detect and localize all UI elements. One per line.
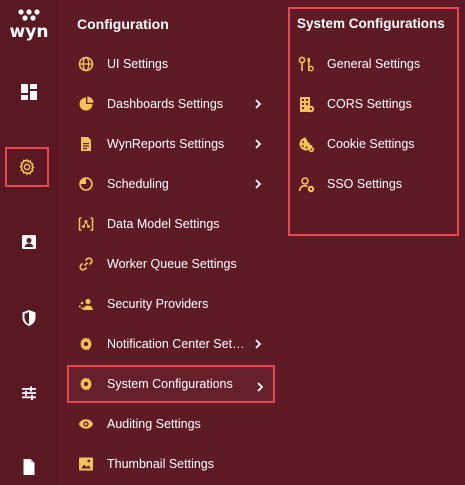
submenu-item-cookie-settings[interactable]: Cookie Settings xyxy=(298,124,458,164)
wyn-logo[interactable]: wyn xyxy=(6,8,52,42)
icon-rail: wyn xyxy=(0,0,58,485)
rail-settings-button[interactable] xyxy=(7,374,51,412)
image-icon xyxy=(78,456,94,472)
menu-item-thumbnail-settings[interactable]: Thumbnail Settings xyxy=(58,444,281,484)
rail-documents-button[interactable] xyxy=(7,448,51,485)
menu-item-scheduling[interactable]: Scheduling xyxy=(58,164,281,204)
clock-icon xyxy=(78,176,94,192)
menu-item-label: WynReports Settings xyxy=(107,137,225,151)
tools-icon xyxy=(298,56,315,73)
rail-configuration-button[interactable] xyxy=(5,147,49,187)
eye-icon xyxy=(78,416,94,432)
pie-chart-icon xyxy=(78,96,94,112)
submenu-item-sso-settings[interactable]: SSO Settings xyxy=(298,164,458,204)
document-icon xyxy=(23,459,35,475)
menu-item-data-model-settings[interactable]: Data Model Settings xyxy=(58,204,281,244)
system-configurations-panel: System Configurations General Settings C… xyxy=(281,0,465,485)
menu-item-auditing-settings[interactable]: Auditing Settings xyxy=(58,404,281,444)
chevron-right-icon xyxy=(255,99,262,109)
menu-item-system-configurations[interactable]: System Configurations xyxy=(67,365,275,403)
menu-item-label: Worker Queue Settings xyxy=(107,257,237,271)
configuration-menu: Configuration UI Settings Dashboards Set… xyxy=(58,0,281,485)
link-icon xyxy=(78,256,94,272)
menu-item-notification-center-settings[interactable]: Notification Center Settings xyxy=(58,324,281,364)
submenu-item-general-settings[interactable]: General Settings xyxy=(298,44,458,84)
menu-item-label: Dashboards Settings xyxy=(107,97,224,111)
submenu-item-label: General Settings xyxy=(327,57,421,71)
menu-item-label: Notification Center Settings xyxy=(107,337,247,351)
submenu-item-label: SSO Settings xyxy=(327,177,403,191)
menu-title: Configuration xyxy=(77,16,169,32)
submenu-title: System Configurations xyxy=(297,16,445,31)
menu-item-label: Auditing Settings xyxy=(107,417,201,431)
user-gear-icon xyxy=(298,176,315,193)
menu-item-label: Thumbnail Settings xyxy=(107,457,215,471)
cookie-icon xyxy=(298,136,315,153)
menu-item-worker-queue-settings[interactable]: Worker Queue Settings xyxy=(58,244,281,284)
users-icon xyxy=(78,296,94,312)
shield-icon xyxy=(22,310,36,326)
dashboard-grid-icon xyxy=(21,84,37,100)
rail-dashboards-button[interactable] xyxy=(7,73,51,111)
logo-dots-icon xyxy=(18,9,40,21)
menu-item-label: UI Settings xyxy=(107,57,169,71)
gear-icon xyxy=(78,376,94,392)
gear-icon xyxy=(19,158,35,176)
menu-item-dashboards-settings[interactable]: Dashboards Settings xyxy=(58,84,281,124)
chevron-right-icon xyxy=(255,339,262,349)
user-card-icon xyxy=(22,235,36,249)
menu-item-label: Data Model Settings xyxy=(107,217,220,231)
chevron-right-icon xyxy=(255,179,262,189)
chevron-right-icon xyxy=(255,139,262,149)
menu-item-ui-settings[interactable]: UI Settings xyxy=(58,44,281,84)
globe-icon xyxy=(78,56,94,72)
sliders-icon xyxy=(22,386,36,400)
rail-security-button[interactable] xyxy=(7,299,51,337)
menu-item-wynreports-settings[interactable]: WynReports Settings xyxy=(58,124,281,164)
logo-text: wyn xyxy=(9,22,49,42)
report-file-icon xyxy=(78,136,94,152)
submenu-item-label: CORS Settings xyxy=(327,97,412,111)
menu-item-label: Scheduling xyxy=(107,177,169,191)
menu-item-security-providers[interactable]: Security Providers xyxy=(58,284,281,324)
menu-item-label: System Configurations xyxy=(107,377,233,391)
menu-item-label: Security Providers xyxy=(107,297,209,311)
building-icon xyxy=(298,96,315,113)
submenu-item-cors-settings[interactable]: CORS Settings xyxy=(298,84,458,124)
chevron-right-icon xyxy=(257,382,264,392)
gear-icon xyxy=(78,336,94,352)
submenu-item-label: Cookie Settings xyxy=(327,137,415,151)
rail-users-button[interactable] xyxy=(7,223,51,261)
data-model-icon xyxy=(78,216,94,232)
